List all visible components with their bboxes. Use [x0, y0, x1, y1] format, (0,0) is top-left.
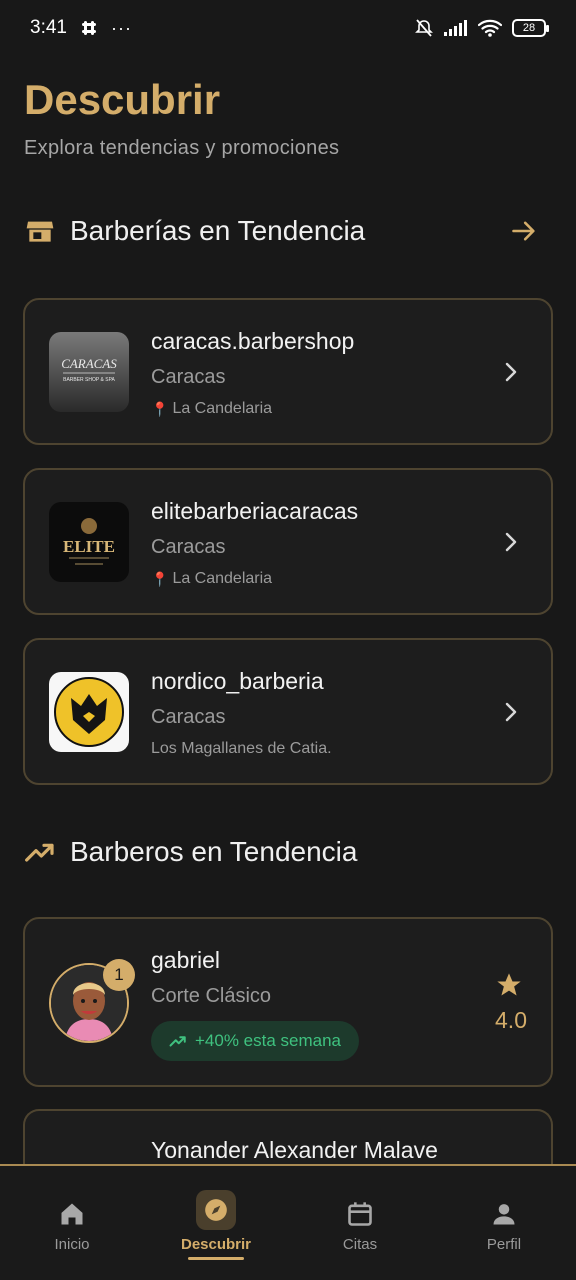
shop-card[interactable]: nordico_barberia Caracas Los Magallanes …: [23, 638, 553, 785]
nav-label: Descubrir: [180, 1236, 252, 1253]
barber-card[interactable]: 1 gabriel Corte Clásico +40% esta semana…: [23, 917, 553, 1087]
shop-location: Los Magallanes de Catia.: [151, 740, 332, 757]
status-bar: 3:41 ··· 28: [0, 0, 576, 56]
nav-label: Perfil: [486, 1236, 522, 1253]
trending-shops-header: Barberías en Tendencia: [24, 211, 552, 251]
calendar-icon: [348, 1202, 372, 1226]
shop-name: caracas.barbershop: [151, 328, 355, 354]
trending-up-icon: [169, 1036, 186, 1047]
mute-icon: [415, 19, 433, 37]
shop-city: Caracas: [151, 366, 226, 388]
store-icon: [26, 221, 54, 242]
more-notifications-icon: ···: [110, 17, 132, 38]
active-indicator: [188, 1257, 244, 1260]
compass-icon: [205, 1199, 227, 1221]
page-subtitle: Explora tendencias y promociones: [24, 137, 340, 159]
see-all-shops-arrow-icon[interactable]: [510, 217, 538, 245]
chevron-right-icon: [505, 532, 517, 552]
page-title: Descubrir: [24, 76, 221, 123]
battery-indicator: 28: [512, 19, 549, 37]
shop-location: 📍 La Candelaria: [151, 400, 273, 417]
shop-location: 📍 La Candelaria: [151, 570, 273, 587]
nav-label: Citas: [342, 1236, 378, 1253]
trending-barbers-title: Barberos en Tendencia: [70, 836, 358, 867]
trending-up-icon: [25, 843, 54, 862]
nav-item-descubrir[interactable]: Descubrir: [144, 1166, 288, 1280]
trend-badge: +40% esta semana: [151, 1021, 360, 1061]
chevron-right-icon: [505, 702, 517, 722]
shop-name: nordico_barberia: [151, 668, 324, 694]
barber-specialty: Corte Clásico: [151, 985, 272, 1007]
svg-text:ELITE: ELITE: [63, 537, 115, 556]
star-icon: [497, 973, 521, 996]
shop-city: Caracas: [151, 706, 226, 728]
trending-shops-title: Barberías en Tendencia: [70, 215, 366, 246]
shop-city: Caracas: [151, 536, 226, 558]
signal-icon: [444, 20, 467, 36]
shop-logo: ELITE: [49, 502, 129, 582]
shop-name: elitebarberiacaracas: [151, 498, 359, 524]
home-icon: [61, 1203, 83, 1225]
barber-name: Yonander Alexander Malave: [151, 1137, 438, 1163]
shop-card[interactable]: ELITE elitebarberiacaracas Caracas 📍 La …: [23, 468, 553, 615]
person-icon: [493, 1204, 515, 1225]
slack-icon: [81, 21, 96, 35]
bottom-navigation: Inicio Descubrir Citas Perfil: [0, 1164, 576, 1280]
nav-item-citas[interactable]: Citas: [288, 1166, 432, 1280]
barber-rating: 4.0: [495, 1007, 527, 1033]
svg-text:CARACAS: CARACAS: [61, 356, 117, 371]
chevron-right-icon: [505, 362, 517, 382]
trending-barbers-header: Barberos en Tendencia: [24, 832, 552, 872]
status-time: 3:41: [30, 17, 67, 38]
svg-text:BARBER SHOP & SPA: BARBER SHOP & SPA: [63, 377, 115, 383]
shop-logo: [49, 672, 129, 752]
shop-logo: CARACAS BARBER SHOP & SPA: [49, 332, 129, 412]
nav-item-inicio[interactable]: Inicio: [0, 1166, 144, 1280]
rank-badge: 1: [103, 959, 135, 991]
pin-icon: 📍: [151, 400, 169, 417]
nav-label: Inicio: [54, 1236, 90, 1253]
wifi-icon: [478, 19, 502, 37]
barber-name: gabriel: [151, 947, 221, 973]
pin-icon: 📍: [151, 570, 169, 587]
nav-item-perfil[interactable]: Perfil: [432, 1166, 576, 1280]
shop-card[interactable]: CARACAS BARBER SHOP & SPA caracas.barber…: [23, 298, 553, 445]
